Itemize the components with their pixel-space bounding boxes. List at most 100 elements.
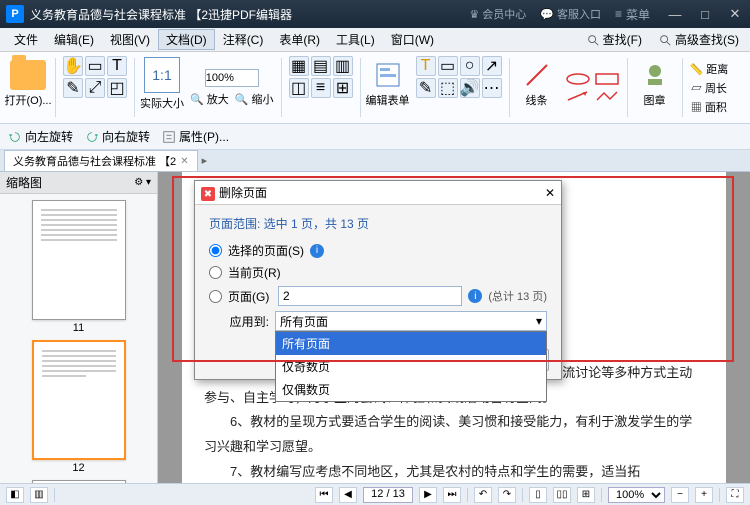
tool-button[interactable]: ○: [460, 56, 480, 76]
info-icon[interactable]: i: [310, 244, 324, 258]
apply-to-label: 应用到:: [209, 313, 269, 330]
thumbnail[interactable]: 11: [32, 200, 126, 334]
zoom-out-button[interactable]: −: [671, 487, 689, 503]
tool-button[interactable]: ↗: [482, 56, 502, 76]
tool-button[interactable]: ⬚: [438, 78, 458, 98]
dropdown-option[interactable]: 仅奇数页: [276, 355, 546, 378]
document-tab[interactable]: 义务教育品德与社会课程标准 【2 ✕: [4, 150, 198, 171]
document-tabs: 义务教育品德与社会课程标准 【2 ✕ ▸: [0, 150, 750, 172]
sb-layout-button[interactable]: ▯▯: [553, 487, 571, 503]
tool-button[interactable]: ◫: [289, 78, 309, 98]
last-page-button[interactable]: ⏭: [443, 487, 461, 503]
next-page-button[interactable]: ▶: [419, 487, 437, 503]
status-bar: ◧ ▥ ⏮ ◀ 12 / 13 ▶ ⏭ ↶ ↷ ▯ ▯▯ ⊞ 100% − + …: [0, 483, 750, 505]
vip-link[interactable]: ♛ 会员中心: [469, 6, 526, 22]
line-tool-button[interactable]: 线条: [517, 56, 557, 112]
tab-close-button[interactable]: ✕: [180, 156, 188, 167]
radio-current-page[interactable]: [209, 266, 222, 279]
tool-button[interactable]: ▭: [85, 56, 105, 76]
rotate-left-icon: [8, 130, 22, 144]
properties-button[interactable]: 属性(P)...: [162, 128, 229, 145]
open-button[interactable]: 打开(O)...: [8, 56, 48, 112]
rect-shape-button[interactable]: [594, 72, 620, 86]
radio-pages-label: 页面(G): [228, 288, 272, 305]
tool-button[interactable]: T: [416, 56, 436, 76]
prev-page-button[interactable]: ◀: [339, 487, 357, 503]
advanced-find-button[interactable]: 高级查找(S): [653, 29, 744, 50]
tool-button[interactable]: ◰: [107, 78, 127, 98]
menu-view[interactable]: 视图(V): [102, 29, 158, 50]
page-range-input[interactable]: [278, 286, 462, 306]
properties-icon: [162, 130, 176, 144]
arrow-shape-button[interactable]: [565, 89, 591, 103]
menu-window[interactable]: 窗口(W): [383, 29, 442, 50]
tool-button[interactable]: ⋯: [482, 78, 502, 98]
tool-button[interactable]: T: [107, 56, 127, 76]
thumbnail[interactable]: 13: [32, 480, 126, 483]
dialog-close-button[interactable]: ✕: [545, 186, 555, 200]
tool-button[interactable]: ▥: [333, 56, 353, 76]
main-menu-button[interactable]: ≡菜单: [615, 6, 650, 23]
first-page-button[interactable]: ⏮: [315, 487, 333, 503]
support-link[interactable]: 💬 客服入口: [540, 6, 601, 22]
menu-form[interactable]: 表单(R): [271, 29, 328, 50]
menu-comment[interactable]: 注释(C): [215, 29, 272, 50]
measure-area-button[interactable]: ▦ 面积: [691, 99, 727, 115]
document-viewport[interactable]: 程内容……………………………帮助学 ……………………………………信心的建立 ………: [158, 172, 750, 483]
sb-layout-button[interactable]: ⊞: [577, 487, 595, 503]
page-indicator[interactable]: 12 / 13: [363, 487, 413, 503]
zoom-combobox[interactable]: [205, 69, 259, 87]
sb-button[interactable]: ◧: [6, 487, 24, 503]
actual-size-button[interactable]: 1:1 实际大小: [142, 56, 182, 112]
sb-button[interactable]: ⛶: [726, 487, 744, 503]
menu-edit[interactable]: 编辑(E): [46, 29, 102, 50]
info-icon[interactable]: i: [468, 289, 482, 303]
menu-file[interactable]: 文件: [6, 29, 46, 50]
polyline-shape-button[interactable]: [594, 89, 620, 103]
sb-layout-button[interactable]: ▯: [529, 487, 547, 503]
tool-button[interactable]: ✎: [63, 78, 83, 98]
tool-button[interactable]: ✋: [63, 56, 83, 76]
zoom-out-button[interactable]: 🔍 缩小: [235, 91, 274, 107]
menu-tools[interactable]: 工具(L): [328, 29, 383, 50]
zoom-in-button[interactable]: 🔍 放大: [190, 91, 229, 107]
stamp-button[interactable]: 图章: [635, 56, 675, 112]
window-title: 义务教育品德与社会课程标准 【2迅捷PDF编辑器: [30, 6, 292, 23]
tool-button[interactable]: ⊞: [333, 78, 353, 98]
zoom-select[interactable]: 100%: [608, 487, 665, 503]
menu-bar: 文件 编辑(E) 视图(V) 文档(D) 注释(C) 表单(R) 工具(L) 窗…: [0, 28, 750, 52]
rotate-right-button[interactable]: 向右旋转: [85, 128, 150, 145]
stamp-icon: [640, 60, 670, 90]
minimize-button[interactable]: —: [660, 0, 690, 28]
radio-selected-pages[interactable]: [209, 244, 222, 257]
radio-current-label: 当前页(R): [228, 264, 281, 281]
menu-document[interactable]: 文档(D): [158, 29, 215, 50]
tool-button[interactable]: ≡: [311, 78, 331, 98]
measure-distance-button[interactable]: 📏 距离: [690, 61, 729, 77]
apply-to-select[interactable]: 所有页面▾: [275, 311, 547, 331]
oval-shape-button[interactable]: [565, 72, 591, 86]
tool-button[interactable]: 🔊: [460, 78, 480, 98]
dropdown-option[interactable]: 所有页面: [276, 332, 546, 355]
tool-button[interactable]: ✎: [416, 78, 436, 98]
tool-button[interactable]: ▭: [438, 56, 458, 76]
measure-perimeter-button[interactable]: ▱ 周长: [691, 80, 727, 96]
sb-button[interactable]: ↷: [498, 487, 516, 503]
radio-page-range[interactable]: [209, 290, 222, 303]
edit-form-button[interactable]: 编辑表单: [368, 56, 408, 112]
tool-button[interactable]: ▦: [289, 56, 309, 76]
find-button[interactable]: 查找(F): [581, 29, 647, 50]
rotate-left-button[interactable]: 向左旋转: [8, 128, 73, 145]
sb-button[interactable]: ▥: [30, 487, 48, 503]
tool-button[interactable]: ▤: [311, 56, 331, 76]
dropdown-option[interactable]: 仅偶数页: [276, 378, 546, 401]
sb-button[interactable]: ↶: [474, 487, 492, 503]
app-icon: P: [6, 5, 24, 23]
tab-add-button[interactable]: ▸: [202, 154, 208, 167]
zoom-in-button[interactable]: +: [695, 487, 713, 503]
thumbnail[interactable]: 12: [32, 340, 126, 474]
close-button[interactable]: ✕: [720, 0, 750, 28]
tool-button[interactable]: ⤢: [85, 78, 105, 98]
maximize-button[interactable]: □: [690, 0, 720, 28]
panel-options-button[interactable]: ⚙ ▾: [134, 177, 151, 188]
